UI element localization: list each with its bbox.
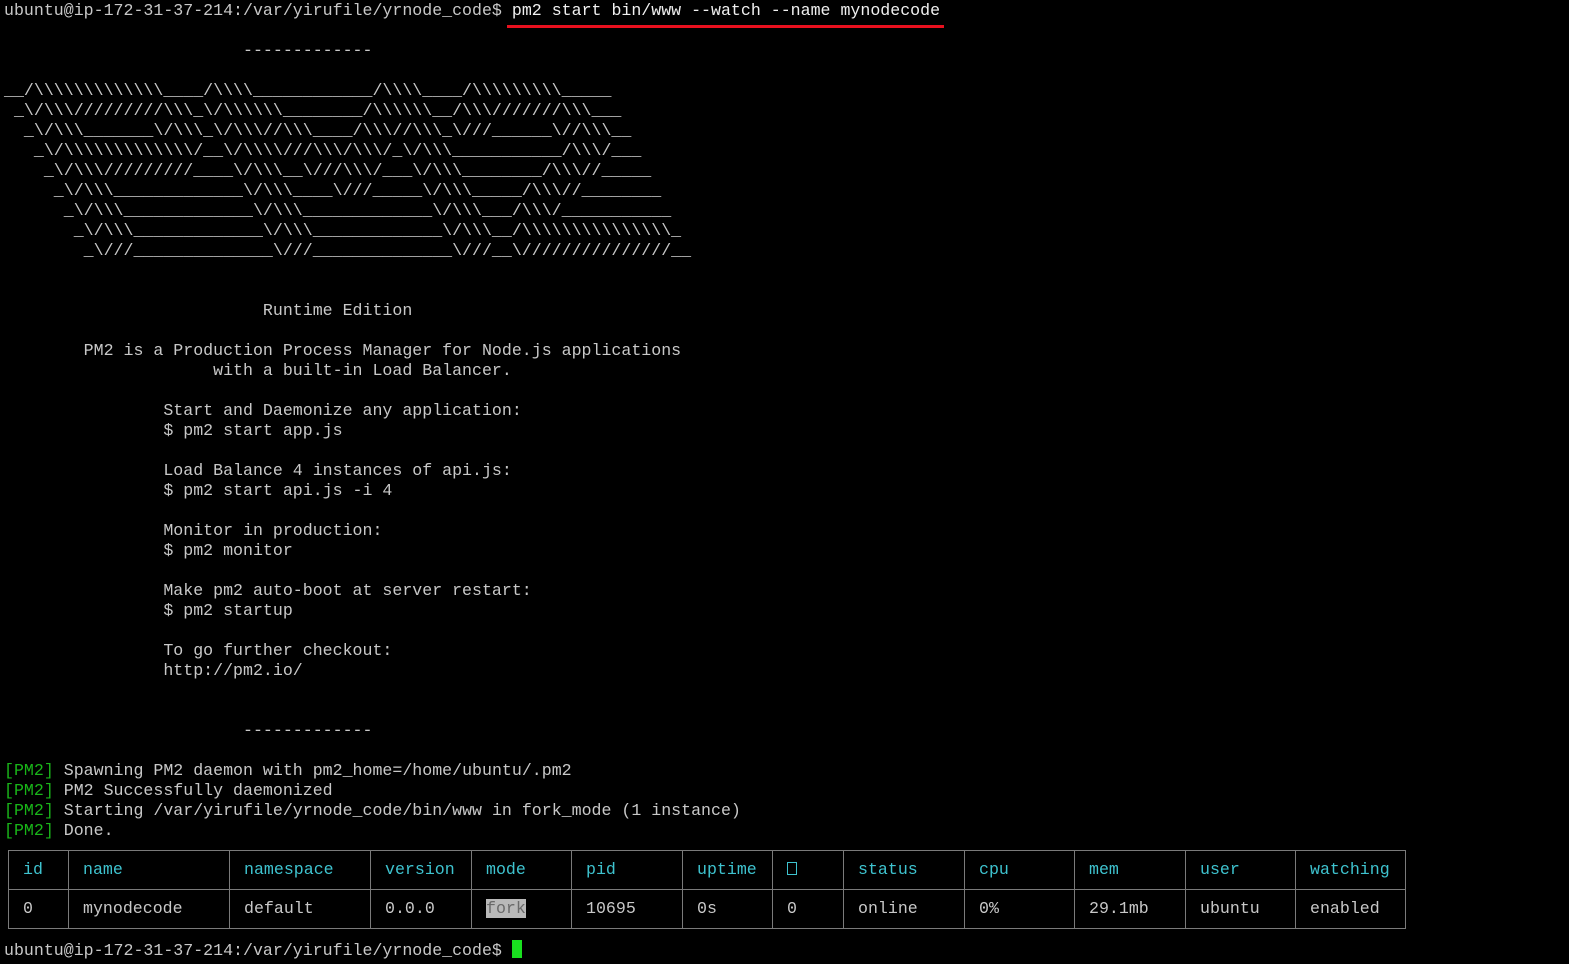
cell-mem: 29.1mb bbox=[1074, 889, 1186, 929]
cell-pid: 10695 bbox=[571, 889, 683, 929]
log-text: Spawning PM2 daemon with pm2_home=/home/… bbox=[53, 761, 572, 780]
ascii-art-line: _\/\\\_____________\/\\\____\///_____\/\… bbox=[4, 181, 662, 200]
log-line: [PM2] Spawning PM2 daemon with pm2_home=… bbox=[4, 761, 572, 781]
ascii-art-line: _\/\\\/////////____\/\\\__\///\\\/___\/\… bbox=[4, 161, 652, 180]
final-prompt-line[interactable]: ubuntu@ip-172-31-37-214:/var/yirufile/yr… bbox=[4, 940, 522, 960]
typed-command: pm2 start bin/www --watch --name mynodec… bbox=[511, 1, 941, 20]
pm2-tag: [PM2] bbox=[4, 821, 54, 840]
cell-mode: fork bbox=[471, 889, 572, 929]
column-header-namespace: namespace bbox=[229, 850, 371, 890]
log-line: [PM2] PM2 Successfully daemonized bbox=[4, 781, 333, 801]
edition-label: Runtime Edition bbox=[4, 301, 413, 320]
ascii-art-line: _\/\\\_______\/\\\_\/\\\//\\\____/\\\//\… bbox=[4, 121, 632, 140]
column-header-uptime: uptime bbox=[682, 850, 773, 890]
help-title: Load Balance 4 instances of api.js: bbox=[4, 461, 512, 480]
restart-icon bbox=[787, 862, 797, 875]
ascii-art-line: _\///______________\///______________\//… bbox=[4, 241, 692, 260]
cell-id: 0 bbox=[8, 889, 69, 929]
help-link[interactable]: http://pm2.io/ bbox=[4, 661, 302, 681]
ascii-art-line: __/\\\\\\\\\\\\\____/\\\\____________/\\… bbox=[4, 81, 612, 100]
intro-line: with a built-in Load Balancer. bbox=[4, 361, 512, 380]
column-header-watching: watching bbox=[1295, 850, 1406, 890]
log-text: Done. bbox=[53, 821, 114, 840]
shell-prompt: ubuntu@ip-172-31-37-214:/var/yirufile/yr… bbox=[4, 1, 512, 20]
cell-user: ubuntu bbox=[1185, 889, 1296, 929]
banner-divider-top: ------------- bbox=[4, 41, 373, 60]
help-title: Monitor in production: bbox=[4, 521, 383, 540]
pm2-tag: [PM2] bbox=[4, 781, 54, 800]
cell-cpu: 0% bbox=[964, 889, 1075, 929]
help-title: Start and Daemonize any application: bbox=[4, 401, 522, 420]
column-header-id: id bbox=[8, 850, 69, 890]
process-table: id name namespace version mode pid uptim… bbox=[8, 850, 1406, 929]
log-text: Starting /var/yirufile/yrnode_code/bin/w… bbox=[53, 801, 741, 820]
command-underline-annotation bbox=[507, 25, 944, 28]
table-header-row: id name namespace version mode pid uptim… bbox=[8, 850, 1406, 890]
column-header-name: name bbox=[68, 850, 230, 890]
command-line: ubuntu@ip-172-31-37-214:/var/yirufile/yr… bbox=[4, 1, 940, 21]
cell-uptime: 0s bbox=[682, 889, 773, 929]
cursor-block bbox=[511, 940, 522, 958]
log-line: [PM2] Starting /var/yirufile/yrnode_code… bbox=[4, 801, 741, 821]
column-header-pid: pid bbox=[571, 850, 683, 890]
help-title: Make pm2 auto-boot at server restart: bbox=[4, 581, 532, 600]
ascii-art-line: _\/\\\_____________\/\\\_____________\/\… bbox=[4, 201, 672, 220]
cell-status: online bbox=[843, 889, 965, 929]
cell-name: mynodecode bbox=[68, 889, 230, 929]
pm2-tag: [PM2] bbox=[4, 801, 54, 820]
help-command: $ pm2 start app.js bbox=[4, 421, 343, 440]
cell-version: 0.0.0 bbox=[370, 889, 472, 929]
cell-watching: enabled bbox=[1295, 889, 1406, 929]
cell-namespace: default bbox=[229, 889, 371, 929]
ascii-art-line: _\/\\\/////////\\\_\/\\\\\\________/\\\\… bbox=[4, 101, 622, 120]
help-command: $ pm2 monitor bbox=[4, 541, 293, 560]
help-command: $ pm2 start api.js -i 4 bbox=[4, 481, 393, 500]
table-row: 0 mynodecode default 0.0.0 fork 10695 0s… bbox=[8, 889, 1406, 929]
terminal-window[interactable]: ubuntu@ip-172-31-37-214:/var/yirufile/yr… bbox=[0, 0, 1569, 964]
shell-prompt: ubuntu@ip-172-31-37-214:/var/yirufile/yr… bbox=[4, 941, 512, 960]
intro-line: PM2 is a Production Process Manager for … bbox=[4, 341, 682, 360]
column-header-restarts bbox=[772, 850, 844, 890]
column-header-status: status bbox=[843, 850, 965, 890]
column-header-user: user bbox=[1185, 850, 1296, 890]
mode-value-highlighted: fork bbox=[486, 899, 526, 918]
help-command: $ pm2 startup bbox=[4, 601, 293, 620]
help-title: To go further checkout: bbox=[4, 641, 393, 660]
column-header-mode: mode bbox=[471, 850, 572, 890]
column-header-cpu: cpu bbox=[964, 850, 1075, 890]
banner-divider-bottom: ------------- bbox=[4, 721, 373, 740]
ascii-art-line: _\/\\\_____________\/\\\_____________\/\… bbox=[4, 221, 682, 240]
log-text: PM2 Successfully daemonized bbox=[53, 781, 333, 800]
ascii-art-line: _\/\\\\\\\\\\\\\/__\/\\\\///\\\/\\\/_\/\… bbox=[4, 141, 642, 160]
cell-restarts: 0 bbox=[772, 889, 844, 929]
column-header-mem: mem bbox=[1074, 850, 1186, 890]
pm2-tag: [PM2] bbox=[4, 761, 54, 780]
log-line: [PM2] Done. bbox=[4, 821, 114, 841]
column-header-version: version bbox=[370, 850, 472, 890]
